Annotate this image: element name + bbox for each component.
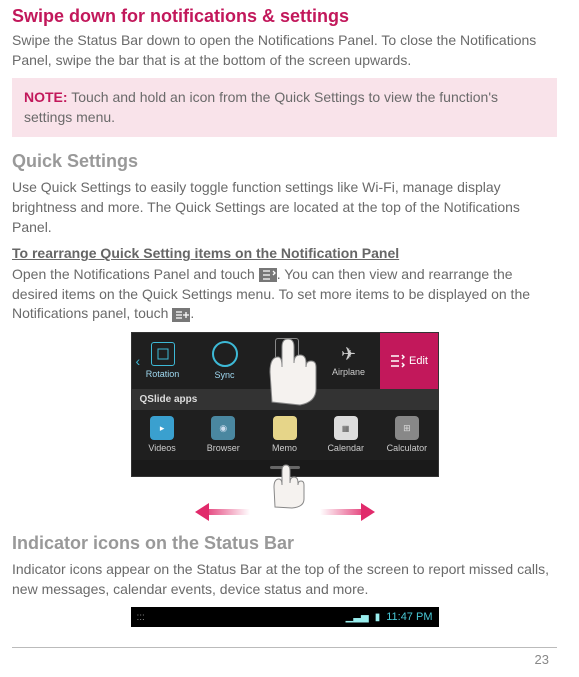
status-bar-time: 11:47 PM bbox=[386, 611, 432, 623]
qslide-header: QSlide apps bbox=[132, 389, 438, 410]
app-calculator: ⊞ Calculator bbox=[376, 410, 437, 460]
panel-screenshot: ‹ Rotation Sync Power saver ✈ Airplane bbox=[131, 332, 439, 477]
qs-edit-button-highlight: Edit bbox=[380, 333, 438, 389]
manual-page: Swipe down for notifications & settings … bbox=[0, 0, 579, 677]
para-swipe: Swipe the Status Bar down to open the No… bbox=[12, 31, 557, 70]
edit-icon bbox=[259, 268, 277, 282]
battery-icon: ▮ bbox=[375, 612, 381, 623]
page-footer: 23 bbox=[12, 647, 557, 671]
app-videos: ▸ Videos bbox=[132, 410, 193, 460]
figure-notifications-panel: ‹ Rotation Sync Power saver ✈ Airplane bbox=[131, 332, 439, 519]
note-label: NOTE: bbox=[24, 89, 68, 105]
qslide-apps-row: ▸ Videos ◉ Browser Memo ▦ Calendar ⊞ Calcula… bbox=[132, 410, 438, 460]
qs-airplane: ✈ Airplane bbox=[318, 333, 380, 389]
subhead-rearrange: To rearrange Quick Setting items on the … bbox=[12, 245, 557, 261]
memo-icon bbox=[273, 416, 297, 440]
edit-list-icon bbox=[389, 353, 405, 369]
signal-icon: ▁▃▅ bbox=[346, 612, 369, 623]
heading-indicator: Indicator icons on the Status Bar bbox=[12, 533, 557, 554]
calendar-icon: ▦ bbox=[334, 416, 358, 440]
app-memo: Memo bbox=[254, 410, 315, 460]
hand-gesture-icon bbox=[260, 459, 310, 509]
qs-rotation: Rotation bbox=[132, 333, 194, 389]
para-quick-settings: Use Quick Settings to easily toggle func… bbox=[12, 178, 557, 237]
qs-label: Sync bbox=[214, 370, 234, 380]
app-browser: ◉ Browser bbox=[193, 410, 254, 460]
note-body: Touch and hold an icon from the Quick Se… bbox=[24, 89, 498, 125]
figure-status-bar: ::: ▁▃▅ ▮ 11:47 PM bbox=[131, 607, 439, 627]
videos-icon: ▸ bbox=[150, 416, 174, 440]
qs-label: Rotation bbox=[146, 369, 180, 379]
sync-icon bbox=[212, 341, 238, 367]
text-fragment: . bbox=[190, 305, 194, 321]
qs-label: Airplane bbox=[332, 367, 365, 377]
text-fragment: Open the Notifications Panel and touch bbox=[12, 266, 259, 282]
power-saver-icon bbox=[275, 338, 299, 362]
page-number: 23 bbox=[535, 652, 549, 667]
app-label: Calculator bbox=[387, 443, 428, 453]
rotation-icon bbox=[151, 342, 175, 366]
app-label: Videos bbox=[148, 443, 175, 453]
heading-quick-settings: Quick Settings bbox=[12, 151, 557, 172]
app-label: Calendar bbox=[327, 443, 364, 453]
app-label: Browser bbox=[207, 443, 240, 453]
heading-swipe: Swipe down for notifications & settings bbox=[12, 6, 557, 27]
qs-power-saver: Power saver bbox=[256, 333, 318, 389]
quick-settings-row: Rotation Sync Power saver ✈ Airplane Edi… bbox=[132, 333, 438, 389]
app-label: Memo bbox=[272, 443, 297, 453]
airplane-icon: ✈ bbox=[341, 344, 356, 365]
para-indicator: Indicator icons appear on the Status Bar… bbox=[12, 560, 557, 599]
note-box: NOTE: Touch and hold an icon from the Qu… bbox=[12, 78, 557, 137]
qs-sync: Sync bbox=[194, 333, 256, 389]
arrow-left-icon bbox=[186, 505, 250, 519]
arrow-right-icon bbox=[320, 505, 384, 519]
edit-label: Edit bbox=[409, 355, 428, 367]
status-bar-left: ::: bbox=[137, 612, 340, 623]
calculator-icon: ⊞ bbox=[395, 416, 419, 440]
add-icon bbox=[172, 308, 190, 322]
para-rearrange: Open the Notifications Panel and touch .… bbox=[12, 265, 557, 324]
qs-label: Power saver bbox=[274, 365, 300, 383]
app-calendar: ▦ Calendar bbox=[315, 410, 376, 460]
browser-icon: ◉ bbox=[211, 416, 235, 440]
